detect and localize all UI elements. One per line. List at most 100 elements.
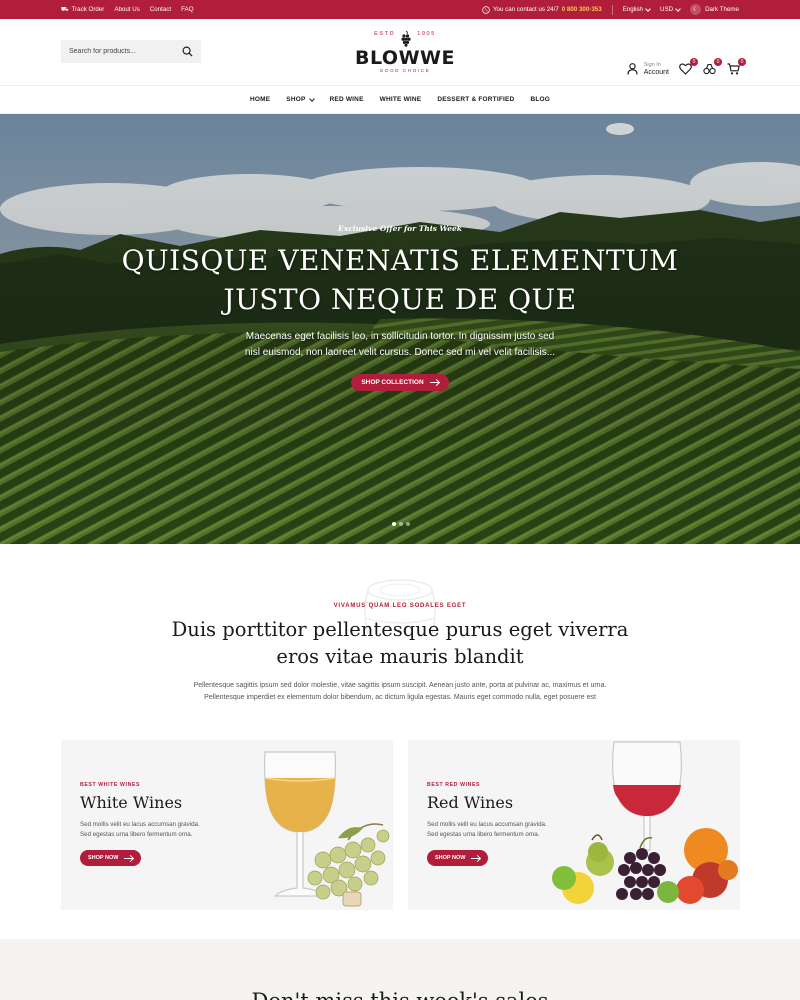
search-bar [61, 40, 201, 63]
hero-title-line1: QUISQUE VENENATIS ELEMENTUM [121, 244, 679, 277]
hero-text-line1: Maecenas eget facilisis leo, in sollicit… [245, 331, 555, 342]
main-nav: HOME SHOP RED WINE WHITE WINE DESSERT & … [0, 86, 800, 114]
intro-title-line1: Duis porttitor pellentesque purus eget v… [171, 618, 629, 641]
chevron-down-icon [675, 5, 681, 12]
top-bar-right: You can contact us 24/7 0 800 300-353 En… [482, 4, 739, 15]
search-icon[interactable] [182, 46, 193, 57]
shop-now-label: SHOP NOW [88, 855, 119, 861]
white-wines-shop-now-button[interactable]: SHOP NOW [80, 850, 142, 866]
truck-icon: ⛟ [61, 6, 69, 13]
hero-title-line2: JUSTO NEQUE DE QUE [223, 283, 577, 316]
grape-logo-icon [401, 31, 411, 47]
logo-estd-left: ESTD [374, 31, 396, 37]
divider [611, 4, 613, 15]
nav-red-wine[interactable]: RED WINE [330, 96, 364, 103]
logo-name: BLOWWE [355, 47, 455, 69]
top-bar-links: ⛟ Track Order About Us Contact FAQ [61, 6, 194, 14]
top-bar: ⛟ Track Order About Us Contact FAQ You c… [0, 0, 800, 19]
white-wines-desc-line2: Sed egestas urna libero fermentum orna. [80, 831, 193, 838]
white-wines-desc-line1: Sed mollis velit eu lacus accumsan gravi… [80, 821, 200, 828]
cart-button[interactable]: 0 [727, 58, 746, 76]
arrow-right-icon [429, 382, 439, 383]
track-order-label: Track Order [71, 6, 105, 13]
dark-theme-toggle[interactable]: ☾ Dark Theme [690, 4, 739, 15]
compare-button[interactable]: 0 [703, 58, 722, 76]
white-wines-desc: Sed mollis velit eu lacus accumsan gravi… [80, 820, 250, 840]
track-order-link[interactable]: ⛟ Track Order [61, 6, 104, 14]
search-input[interactable] [69, 48, 174, 55]
chevron-down-icon [308, 95, 315, 102]
signin-text: Sign In [643, 62, 661, 68]
chevron-down-icon [645, 5, 651, 12]
category-cards: BEST WHITE WINES White Wines Sed mollis … [0, 740, 800, 939]
slider-dot[interactable] [406, 522, 410, 526]
red-wines-title: Red Wines [427, 793, 514, 812]
intro-section: VIVAMUS QUAM LEO SODALES EGET Duis portt… [0, 544, 800, 740]
weekly-sales-title: Don't miss this week's sales [0, 989, 800, 1000]
intro-text-line1: Pellentesque sagittis ipsum sed dolor mo… [193, 682, 607, 689]
contact-info: You can contact us 24/7 0 800 300-353 [482, 5, 602, 14]
intro-title: Duis porttitor pellentesque purus eget v… [0, 616, 800, 670]
nav-dessert-fortified[interactable]: DESSERT & FORTIFIED [437, 96, 514, 103]
shop-now-label: SHOP NOW [435, 855, 466, 861]
intro-text: Pellentesque sagittis ipsum sed dolor mo… [0, 680, 800, 703]
shop-collection-label: SHOP COLLECTION [361, 379, 424, 386]
currency-select[interactable]: USD [659, 5, 681, 13]
wishlist-count-badge: 0 [690, 58, 698, 66]
nav-shop[interactable]: SHOP [286, 95, 315, 103]
site-header: ESTD 1905 BLOWWE GOOD CHOICE Sign In Acc… [0, 19, 800, 86]
compare-icon [703, 63, 716, 75]
language-select[interactable]: English [622, 5, 651, 13]
nav-shop-label: SHOP [286, 96, 306, 103]
weekly-sales-section: Don't miss this week's sales [0, 939, 800, 1000]
logo-estd-right: 1905 [417, 31, 436, 37]
arrow-right-icon [471, 857, 481, 859]
hero-text: Maecenas eget facilisis leo, in sollicit… [230, 329, 570, 361]
arrow-right-icon [124, 857, 134, 859]
intro-title-line2: eros vitae mauris blandit [276, 645, 524, 668]
red-wines-eyebrow: BEST RED WINES [427, 782, 481, 788]
nav-blog[interactable]: BLOG [530, 96, 550, 103]
shop-collection-button[interactable]: SHOP COLLECTION [351, 374, 449, 391]
contact-text: You can contact us 24/7 [492, 6, 559, 13]
cart-icon [727, 63, 740, 75]
contact-link[interactable]: Contact [150, 6, 171, 13]
account-label: Sign In Account [644, 61, 669, 77]
currency-value: USD [659, 6, 674, 13]
intro-text-line2: Pellentesque imperdiet ex elementum dolo… [204, 693, 596, 701]
white-wines-card[interactable]: BEST WHITE WINES White Wines Sed mollis … [61, 740, 393, 910]
hero-content: Exclusive Offer for This Week QUISQUE VE… [0, 224, 800, 391]
red-wines-shop-now-button[interactable]: SHOP NOW [427, 850, 489, 866]
white-wines-eyebrow: BEST WHITE WINES [80, 782, 141, 788]
red-wines-desc-line1: Sed mollis velit eu lacus accumsan gravi… [427, 821, 547, 828]
hero-eyebrow: Exclusive Offer for This Week [338, 224, 462, 233]
account-link[interactable]: Sign In Account [627, 61, 669, 77]
header-actions: Sign In Account 0 0 0 [627, 58, 746, 77]
theme-label: Dark Theme [705, 6, 739, 13]
red-wines-card[interactable]: BEST RED WINES Red Wines Sed mollis veli… [408, 740, 740, 910]
user-icon [627, 63, 638, 75]
hero-slider: Exclusive Offer for This Week QUISQUE VE… [0, 114, 800, 544]
compare-count-badge: 0 [714, 58, 722, 66]
slider-dots [392, 522, 410, 526]
language-value: English [622, 6, 643, 13]
red-wines-desc-line2: Sed egestas urna libero fermentum orna. [427, 831, 540, 838]
hero-title: QUISQUE VENENATIS ELEMENTUM JUSTO NEQUE … [0, 241, 800, 319]
phone-number[interactable]: 0 800 300-353 [562, 6, 602, 13]
hero-text-line2: nisl euismod, non laoreet velit cursus. … [244, 347, 556, 358]
cart-count-badge: 0 [738, 58, 746, 66]
nav-white-wine[interactable]: WHITE WINE [380, 96, 422, 103]
intro-eyebrow: VIVAMUS QUAM LEO SODALES EGET [333, 603, 467, 609]
slider-dot[interactable] [392, 522, 396, 526]
wishlist-button[interactable]: 0 [679, 58, 698, 76]
phone-icon [482, 5, 490, 14]
moon-icon: ☾ [690, 4, 702, 15]
site-logo[interactable]: ESTD 1905 BLOWWE GOOD CHOICE [350, 29, 460, 73]
nav-home[interactable]: HOME [250, 96, 270, 103]
faq-link[interactable]: FAQ [181, 6, 193, 13]
account-text: Account [643, 69, 669, 76]
slider-dot[interactable] [399, 522, 403, 526]
red-wines-desc: Sed mollis velit eu lacus accumsan gravi… [427, 820, 597, 840]
about-link[interactable]: About Us [114, 6, 139, 13]
white-wines-title: White Wines [80, 793, 183, 812]
